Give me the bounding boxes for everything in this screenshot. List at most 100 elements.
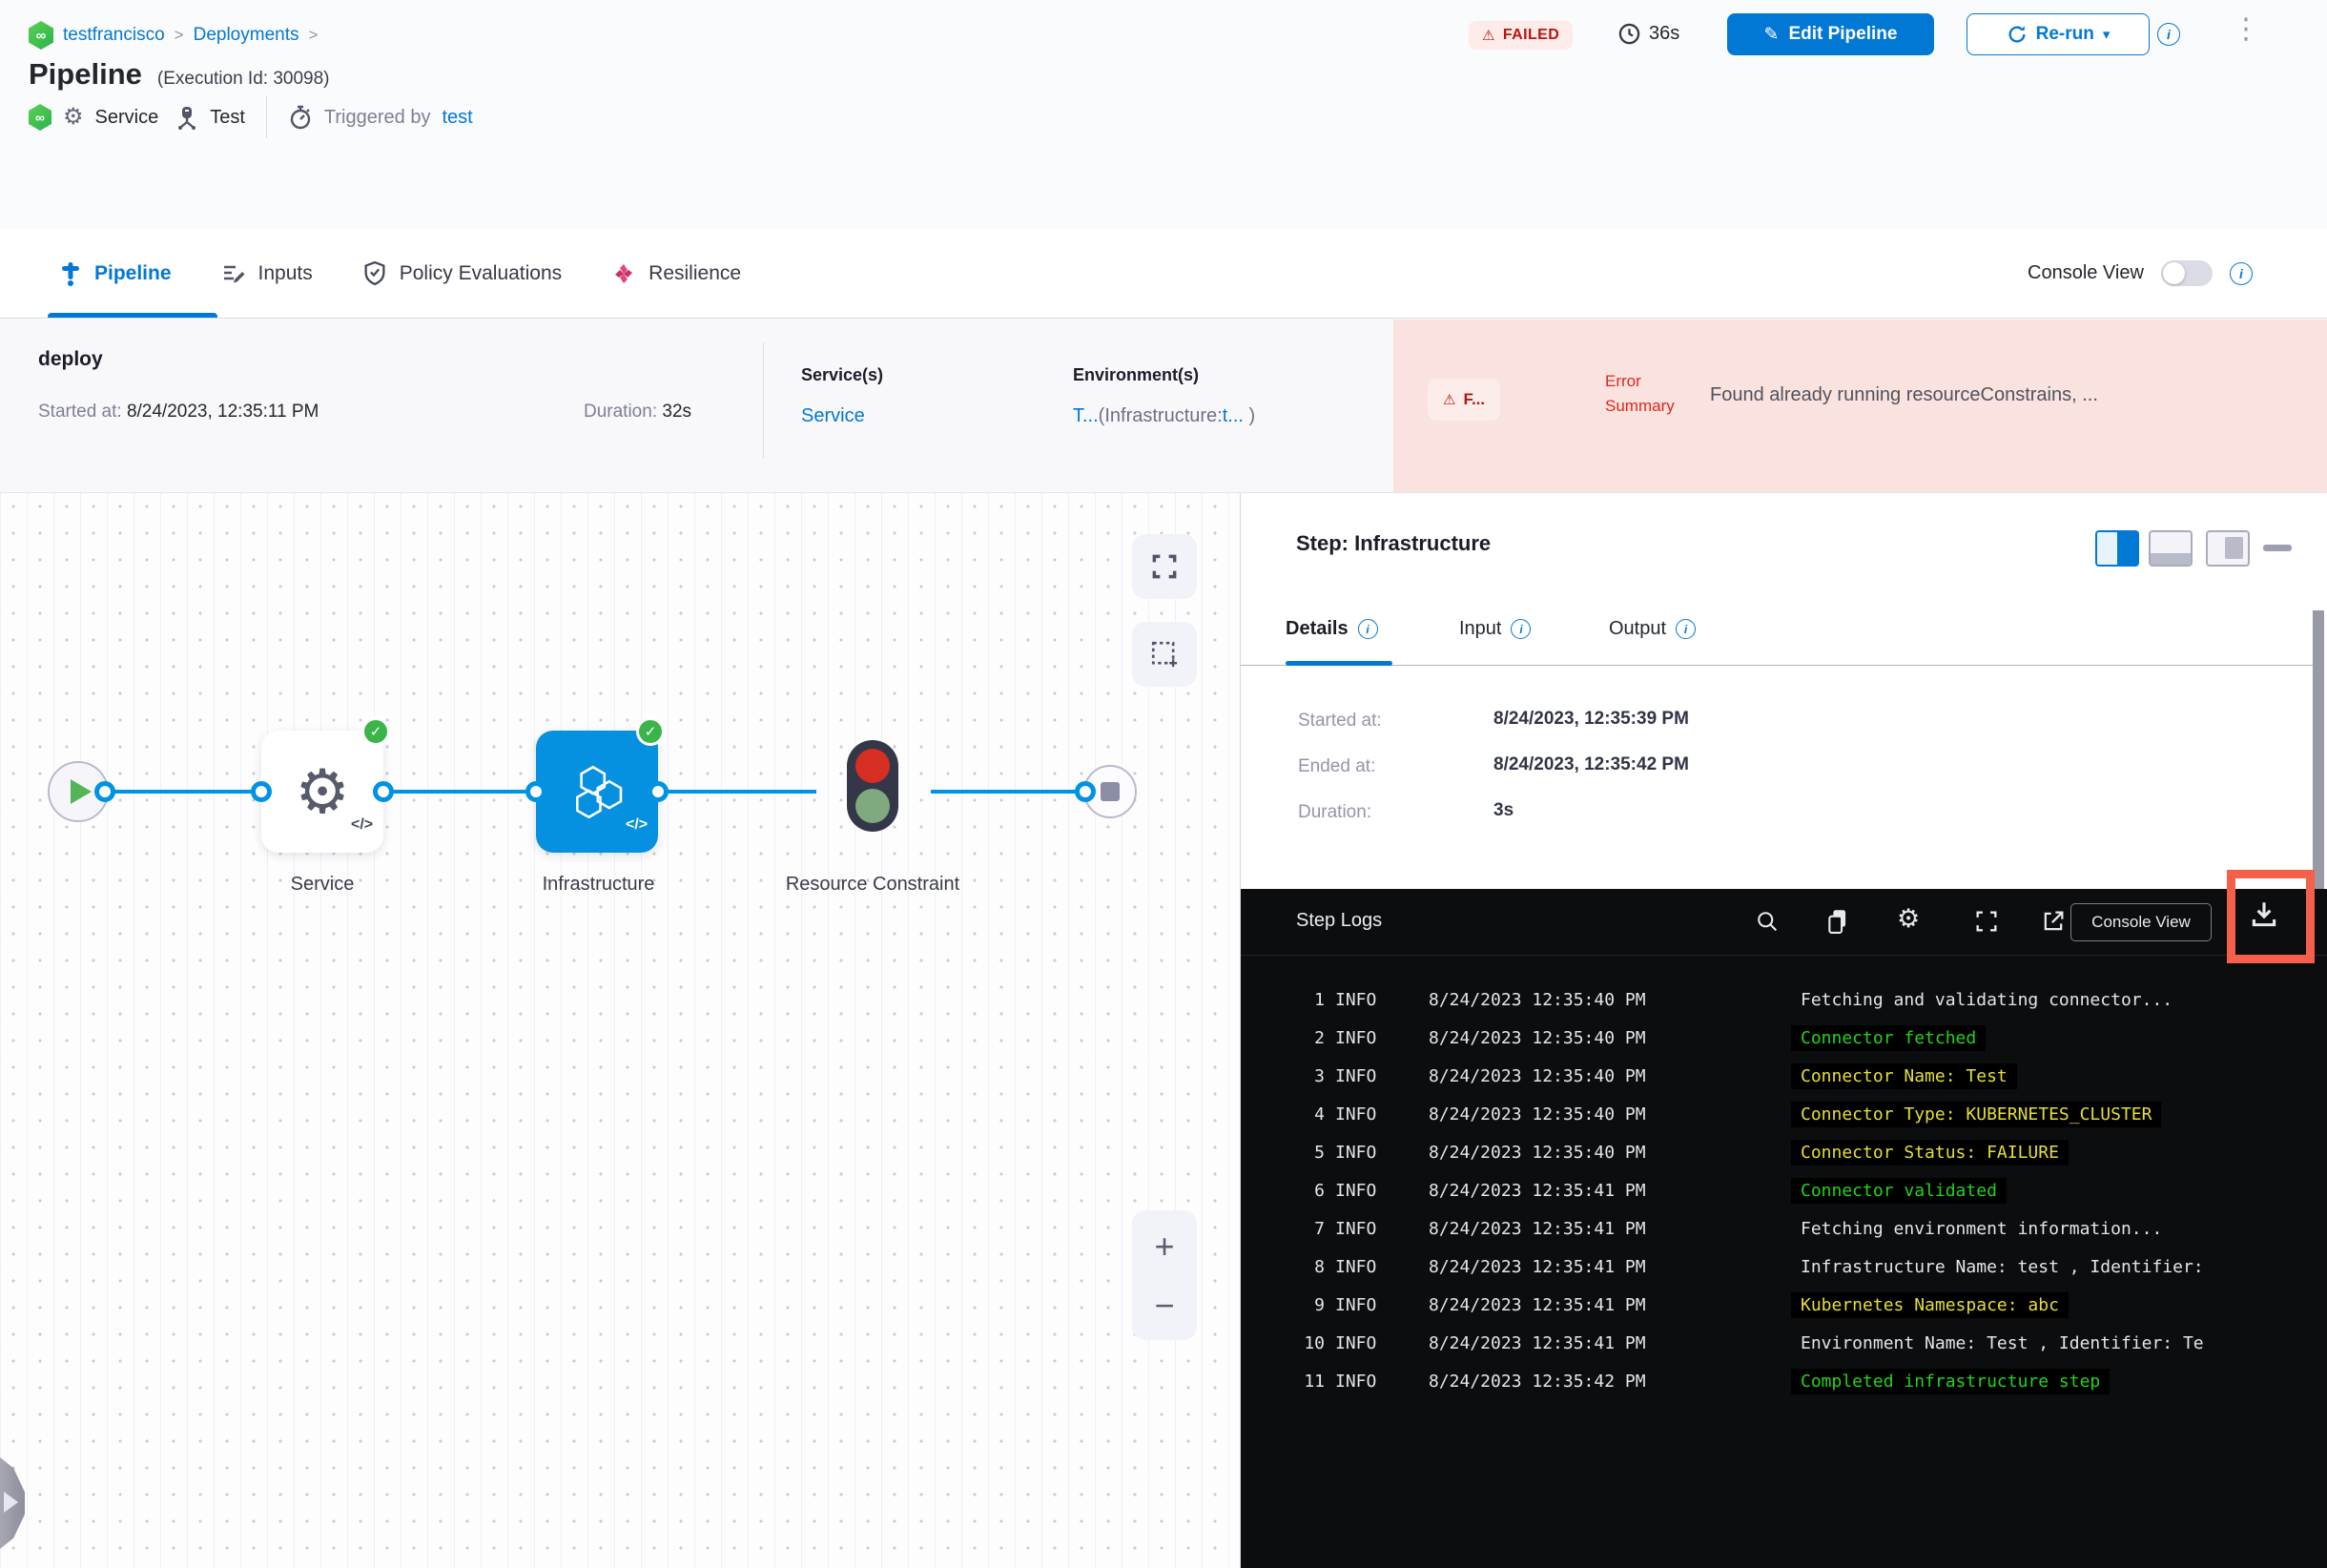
zoom-in-button[interactable]: + (1132, 1229, 1197, 1264)
console-header: Step Logs ⚙ Console View (1241, 889, 2327, 956)
harness-cd-icon: ∞ (29, 21, 53, 50)
node-resource-constraint[interactable] (847, 740, 898, 832)
tab-details[interactable]: Details i (1286, 618, 1378, 640)
service-link[interactable]: Service (801, 405, 865, 427)
pipeline-canvas[interactable]: + − ⚙ ✓ ✓ </> </> Service Infrastructure… (0, 493, 1240, 1568)
info-icon: i (1511, 619, 1532, 639)
log-level: INFO (1335, 1180, 1377, 1201)
copy-icon[interactable] (1824, 908, 1851, 937)
log-line-number: 7 (1314, 1218, 1325, 1239)
multi-select-button[interactable] (1132, 622, 1197, 687)
tab-output[interactable]: Output i (1609, 618, 1697, 640)
rerun-button[interactable]: Re-run ▾ (1967, 13, 2150, 55)
console-view-button[interactable]: Console View (2070, 903, 2212, 941)
log-row: 3 INFO 8/24/2023 12:35:40 PM Connector Name… (1241, 1057, 2327, 1095)
stage-summary-bar: deploy Started at: 8/24/2023, 12:35:11 P… (0, 320, 2327, 493)
minimize-button[interactable] (2263, 545, 2292, 551)
fullscreen-icon[interactable] (1973, 908, 2000, 935)
page-title: Pipeline (29, 57, 142, 91)
refresh-icon (2007, 24, 2028, 45)
log-line-number: 5 (1314, 1142, 1325, 1163)
layout-right-button[interactable] (2095, 530, 2139, 567)
log-row: 9 INFO 8/24/2023 12:35:41 PM Kubernetes Nam… (1241, 1286, 2327, 1324)
open-in-new-icon[interactable] (2040, 908, 2067, 935)
failed-mini-badge: ⚠ F... (1428, 379, 1501, 421)
environment-link[interactable]: T... (1073, 405, 1099, 426)
error-summary-label: Error Summary (1605, 372, 1675, 416)
status-badge: ⚠ FAILED (1469, 21, 1574, 50)
resilience-icon (611, 261, 636, 286)
node-service[interactable]: ⚙ (261, 731, 383, 853)
log-message: Connector Name: Test (1791, 1063, 2017, 1089)
success-check-icon: ✓ (361, 717, 390, 746)
info-icon: i (1357, 619, 1378, 639)
tab-resilience[interactable]: Resilience (611, 261, 741, 286)
tab-input[interactable]: Input i (1459, 618, 1532, 640)
step-tabs: Details i Input i Output i (1241, 610, 2315, 666)
success-check-icon: ✓ (636, 717, 665, 746)
search-icon[interactable] (1754, 908, 1781, 935)
layout-float-button[interactable] (2206, 530, 2250, 567)
log-line-number: 4 (1314, 1104, 1325, 1124)
log-timestamp: 8/24/2023 12:35:40 PM (1429, 1027, 1646, 1048)
log-level: INFO (1335, 1065, 1377, 1086)
log-message: Connector Type: KUBERNETES_CLUSTER (1791, 1101, 2162, 1127)
info-icon[interactable]: i (2229, 261, 2253, 285)
stage-started: Started at: 8/24/2023, 12:35:11 PM (38, 402, 319, 422)
edge (105, 790, 261, 794)
edge-port (373, 781, 394, 802)
log-timestamp: 8/24/2023 12:35:42 PM (1429, 1371, 1646, 1392)
field-label: Started at: (1298, 711, 1382, 731)
more-options-menu-icon[interactable]: ⋮ (2232, 15, 2260, 44)
breadcrumb-project-link[interactable]: testfrancisco (63, 25, 165, 46)
service-gear-icon: ⚙ (63, 104, 84, 130)
fit-to-screen-button[interactable] (1132, 534, 1197, 599)
infrastructure-link[interactable]: t... (1223, 405, 1244, 426)
edge (931, 790, 1085, 794)
log-message: Infrastructure Name: test , Identifier: (1801, 1256, 2204, 1277)
layout-bottom-button[interactable] (2149, 530, 2193, 567)
tab-policy-evaluations[interactable]: Policy Evaluations (362, 260, 562, 286)
field-value: 8/24/2023, 12:35:42 PM (1493, 754, 1689, 774)
edit-pipeline-button[interactable]: ✎ Edit Pipeline (1727, 13, 1934, 55)
log-timestamp: 8/24/2023 12:35:40 PM (1429, 989, 1646, 1010)
download-logs-button[interactable] (2248, 898, 2280, 931)
app-window: ∞ testfrancisco > Deployments > Pipeline… (0, 0, 2327, 1568)
info-icon: i (1676, 619, 1697, 639)
log-timestamp: 8/24/2023 12:35:41 PM (1429, 1294, 1646, 1315)
active-tab-underline (1286, 661, 1392, 666)
settings-gear-icon[interactable]: ⚙ (1897, 906, 1920, 932)
log-line-number: 1 (1314, 989, 1325, 1010)
log-row: 7 INFO 8/24/2023 12:35:41 PM Fetching envir… (1241, 1209, 2327, 1248)
services-label: Service(s) (801, 365, 884, 384)
log-row: 6 INFO 8/24/2023 12:35:41 PM Connector vali… (1241, 1171, 2327, 1209)
log-level: INFO (1335, 1371, 1377, 1392)
edge-port (251, 781, 272, 802)
warning-icon: ⚠ (1482, 28, 1495, 44)
active-tab-underline (48, 313, 217, 318)
stage-duration: Duration: 32s (584, 402, 692, 422)
trigger-user-link[interactable]: test (442, 107, 472, 129)
log-row: 10 INFO 8/24/2023 12:35:41 PM Environment N… (1241, 1324, 2327, 1362)
node-label-service: Service (290, 874, 355, 895)
log-message: Connector validated (1791, 1177, 2007, 1204)
console-view-toggle[interactable] (2160, 260, 2213, 286)
log-message: Completed infrastructure step (1791, 1368, 2111, 1394)
log-message: Fetching and validating connector... (1801, 989, 2173, 1010)
info-icon[interactable]: i (2157, 23, 2180, 46)
log-message: Kubernetes Namespace: abc (1791, 1291, 2069, 1318)
node-label-infrastructure: Infrastructure (542, 874, 655, 895)
green-light-icon (855, 789, 890, 823)
node-infrastructure[interactable] (536, 731, 658, 853)
log-level: INFO (1335, 1294, 1377, 1315)
tab-inputs[interactable]: Inputs (221, 261, 313, 286)
log-row: 8 INFO 8/24/2023 12:35:41 PM Infrastructure… (1241, 1248, 2327, 1286)
breadcrumb-deployments-link[interactable]: Deployments (194, 25, 299, 46)
zoom-out-button[interactable]: − (1132, 1289, 1197, 1323)
field-label: Ended at: (1298, 756, 1376, 776)
tab-pipeline[interactable]: Pipeline (59, 260, 172, 287)
edge-port (94, 781, 115, 802)
edge (383, 790, 536, 794)
error-summary-zone: ⚠ F... Error Summary Found already runni… (1393, 320, 2327, 492)
environment-icon (175, 105, 198, 130)
